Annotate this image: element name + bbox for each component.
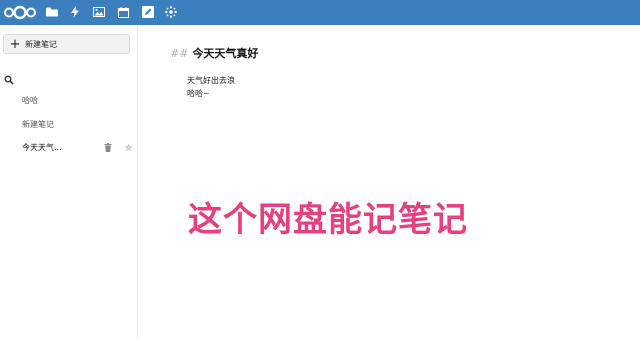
notes-sidebar: + 新建笔记 哈哈 新建笔记 今天天气... xyxy=(0,25,138,339)
note-line: 天气好出去浪 xyxy=(187,76,235,85)
plus-icon: + xyxy=(9,36,21,52)
note-title: 新建笔记 xyxy=(22,119,54,129)
image-icon[interactable] xyxy=(92,5,106,19)
note-list-item-active[interactable]: 今天天气... xyxy=(0,138,137,156)
nextcloud-logo-icon[interactable] xyxy=(3,4,37,21)
video-caption-overlay: 这个网盘能记笔记 xyxy=(188,200,468,240)
note-actions xyxy=(103,142,133,152)
pencil-square-icon[interactable] xyxy=(141,5,155,19)
star-icon[interactable] xyxy=(123,142,133,152)
note-title-text: 今天天气真好 xyxy=(192,47,259,60)
new-note-button[interactable]: + 新建笔记 xyxy=(3,34,130,54)
search-icon[interactable] xyxy=(4,70,14,85)
note-title: 今天天气... xyxy=(22,142,62,152)
calendar-icon[interactable] xyxy=(116,5,130,19)
note-list-item[interactable]: 哈哈 xyxy=(0,91,137,109)
folder-icon[interactable] xyxy=(45,5,59,19)
note-line: 哈哈~ xyxy=(187,89,210,98)
note-editor[interactable]: ## 今天天气真好 天气好出去浪 哈哈~ xyxy=(138,25,640,339)
note-title: 哈哈 xyxy=(22,95,38,105)
circles-icon[interactable] xyxy=(164,5,178,19)
markdown-heading-mark: ## xyxy=(170,47,189,60)
note-heading: ## 今天天气真好 xyxy=(170,45,258,61)
trash-icon[interactable] xyxy=(103,142,113,152)
new-note-label: 新建笔记 xyxy=(25,39,57,49)
top-navigation-bar xyxy=(0,0,640,25)
note-list-item[interactable]: 新建笔记 xyxy=(0,115,137,133)
bolt-icon[interactable] xyxy=(68,5,82,19)
